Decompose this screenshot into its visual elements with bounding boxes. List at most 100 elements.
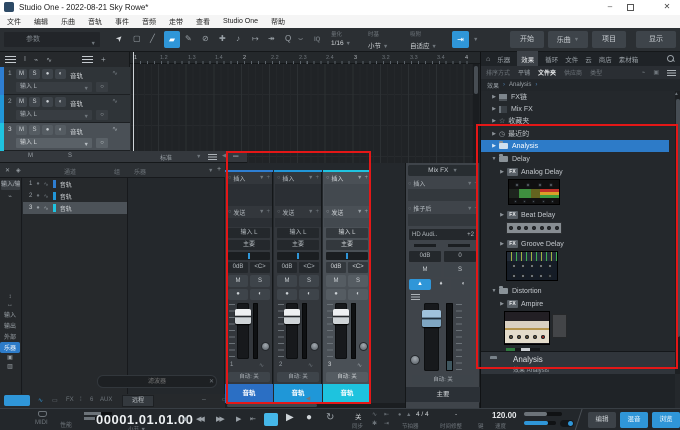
track-record-button[interactable]: ● (42, 125, 53, 135)
track-monitor-button[interactable]: ◐ (55, 125, 66, 135)
return-to-zero-button[interactable]: ⇤ (250, 415, 256, 423)
menu-item[interactable]: 编辑 (34, 17, 48, 27)
wrench-icon[interactable]: ⌁ (34, 56, 38, 64)
postfader-header[interactable]: ○ 推子后 ▼ + (408, 203, 478, 214)
chevron-down-icon[interactable]: ▼ (467, 206, 472, 212)
master-solo-label[interactable]: S (68, 153, 72, 159)
strip-output-select[interactable]: 主要 (228, 240, 270, 250)
loop-button[interactable]: ↻ (326, 412, 334, 423)
key-label[interactable]: 键 (478, 422, 484, 430)
io-filter-dropdown[interactable]: 输入/输.. (1, 180, 20, 190)
analog-delay-thumbnail[interactable] (508, 179, 560, 205)
sort-vendor[interactable]: 供应商 (564, 68, 582, 77)
gain-value[interactable]: 0dB (409, 251, 441, 262)
tree-item-mixfx[interactable]: ▶ Mix FX (481, 103, 675, 115)
chevron-down-icon[interactable]: ▼ (308, 209, 313, 215)
menu-item[interactable]: 音频 (142, 17, 156, 27)
expand-arrow-icon[interactable]: ▶ (497, 169, 507, 175)
timeline-ruler[interactable]: 1 1.2 1.3 1.4 2 2.2 2.3 2.4 3 3.2 3.3 3.… (130, 52, 480, 64)
main-mute-button[interactable]: M (409, 264, 441, 277)
levels-icon[interactable]: ▥ (0, 362, 20, 371)
play-button[interactable]: ▶ (286, 412, 294, 423)
strip-output-select[interactable]: 主要 (277, 240, 319, 250)
zoom-tool-icon[interactable]: Q (285, 34, 291, 43)
sort-flat[interactable]: 平铺 (518, 68, 530, 77)
tempo-slider[interactable] (524, 412, 562, 416)
paint-tool-icon[interactable]: ✎ (185, 34, 192, 43)
strip-monitor-button[interactable]: ◐ (299, 289, 319, 300)
collapse-left-icon[interactable]: ◀ (222, 153, 226, 159)
automation-wave-icon[interactable]: ∿ (46, 56, 52, 64)
chevron-down-icon[interactable]: ▼ (259, 175, 264, 181)
pin-icon[interactable]: ◈ (16, 167, 21, 174)
minimize-strip-icon[interactable]: ▬ (233, 153, 239, 159)
track-input-gain-button[interactable]: ○ (96, 82, 108, 92)
expand-icon[interactable]: ↕ (0, 293, 20, 301)
snap-options-chevron[interactable]: ▼ (473, 37, 478, 43)
fader-menu-icon[interactable] (411, 294, 420, 300)
master-mute-label[interactable]: M (28, 153, 33, 159)
snap-group[interactable]: 吸附 自适应 ▼ (410, 30, 437, 50)
inserts-area[interactable] (408, 189, 478, 201)
tree-item-distortion[interactable]: ▼ Distortion (481, 285, 675, 297)
banks-tab[interactable]: 6 (90, 397, 93, 403)
home-icon[interactable]: ⌂ (486, 56, 490, 63)
timestretch-value[interactable]: - (455, 411, 457, 418)
main-name-bar[interactable]: 主要 (406, 387, 480, 402)
strip-name-bar[interactable]: 音轨 (225, 384, 273, 403)
trim-knob[interactable] (359, 342, 368, 351)
sidebar-item-inputs[interactable]: 输入 (0, 309, 20, 320)
tree-item-favorites[interactable]: ▶ ☆ 收藏夹 (481, 115, 675, 127)
groove-delay-thumbnail[interactable] (506, 251, 558, 281)
inserts-header[interactable]: ○ 插入 ▼ + (274, 172, 322, 184)
menu-item[interactable]: 查看 (196, 17, 210, 27)
mixer-filter-input[interactable] (97, 375, 217, 388)
add-icon[interactable]: + (315, 209, 319, 215)
gain-value[interactable]: 0dB (326, 262, 346, 273)
minimize-panel-icon[interactable]: – (202, 396, 206, 403)
menu-item[interactable]: Studio One (223, 18, 258, 25)
power-icon[interactable]: ○ (228, 175, 231, 181)
rewind-button[interactable]: ◀◀ (196, 415, 205, 423)
tempo-value[interactable]: 120.00 (492, 411, 516, 420)
tab-cloud[interactable]: 云 (585, 54, 592, 64)
trim-knob[interactable] (310, 342, 319, 351)
strip-monitor-button[interactable]: ◐ (348, 289, 368, 300)
mini-slider[interactable] (414, 244, 436, 247)
small-console-icon[interactable]: ∿ (38, 397, 43, 404)
split-tool-icon[interactable]: ╱ (150, 34, 155, 43)
power-icon[interactable]: ○ (326, 175, 329, 181)
scroll-up-icon[interactable]: ▴ (675, 91, 678, 97)
automation-mode-button[interactable]: 自动: 关 (412, 375, 474, 385)
list-icon[interactable] (208, 154, 217, 160)
track-input-dropdown[interactable]: 输入 L ▼ (16, 138, 92, 148)
sends-header[interactable]: ○ 发送 ▼ + (323, 206, 371, 218)
show-page-button[interactable]: 显示 (636, 31, 676, 48)
time-unit-dropdown[interactable]: 小节 ▼ (128, 425, 146, 430)
tree-item-groove-delay[interactable]: ▶ FX Groove Delay (481, 238, 675, 250)
sends-header[interactable]: ○ 发送 ▼ + (274, 206, 322, 218)
add-icon[interactable]: + (364, 175, 368, 181)
list-view-icon[interactable] (667, 69, 676, 76)
chevron-down-icon[interactable]: ▼ (308, 175, 313, 181)
collapse-arrow-icon[interactable]: ▼ (489, 288, 499, 294)
tree-item-beat-delay[interactable]: ▶ FX Beat Delay (481, 209, 675, 221)
record-button[interactable]: ● (306, 412, 312, 423)
pan-value[interactable]: <C> (250, 262, 270, 273)
power-icon[interactable]: ○ (326, 209, 329, 215)
expand-arrow-icon[interactable]: ▶ (489, 131, 499, 137)
tree-item-recent[interactable]: ▶ ◷ 最近的 (481, 128, 675, 140)
browser-scrollbar[interactable]: ▴ (675, 91, 680, 374)
metronome-value[interactable]: 4 / 4 (416, 411, 429, 418)
aux-tab[interactable]: AUX (100, 397, 112, 403)
strip-record-button[interactable]: ● (326, 289, 346, 300)
track-monitor-button[interactable]: ◐ (55, 69, 66, 79)
sort-type[interactable]: 类型 (590, 68, 602, 77)
tab-files[interactable]: 文件 (565, 54, 578, 64)
strip-monitor-button[interactable]: ◐ (250, 289, 270, 300)
channel-list-row[interactable]: 2 ● ∿ 音轨 (23, 190, 127, 202)
pan-slider[interactable] (277, 252, 319, 260)
strip-name-bar[interactable]: 音轨 (274, 384, 322, 403)
range-tool-icon[interactable]: ▢ (133, 34, 141, 43)
menu-item[interactable]: 乐曲 (61, 17, 75, 27)
